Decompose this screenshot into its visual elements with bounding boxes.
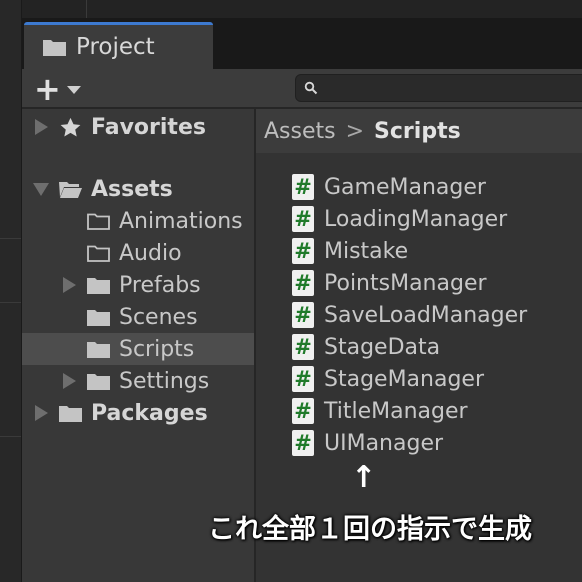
- chevron-right-icon: [62, 277, 76, 293]
- folder-icon: [43, 40, 66, 56]
- icon-wrap: [86, 371, 111, 391]
- breadcrumb: Assets > Scripts: [256, 109, 582, 153]
- expand-arrow[interactable]: [60, 373, 78, 389]
- search-input[interactable]: [295, 74, 582, 102]
- csharp-script-icon: #: [292, 206, 314, 232]
- script-file-name: SaveLoadManager: [324, 302, 528, 328]
- script-file-item[interactable]: # PointsManager: [292, 267, 487, 299]
- tree-item-label: Packages: [91, 400, 208, 426]
- tree-item-label: Scenes: [119, 304, 198, 330]
- strip-divider: [0, 436, 21, 437]
- tree-item-prefabs[interactable]: Prefabs: [22, 269, 254, 301]
- script-file-name: TitleManager: [324, 398, 468, 424]
- top-bar: [22, 0, 582, 18]
- script-file-item[interactable]: # SaveLoadManager: [292, 299, 527, 331]
- script-file-name: LoadingManager: [324, 206, 508, 232]
- folder-outline-icon: [87, 213, 110, 230]
- icon-wrap: [58, 117, 83, 137]
- folder-outline-icon: [87, 245, 110, 262]
- collapse-arrow[interactable]: [32, 182, 50, 196]
- script-file-name: GameManager: [324, 174, 486, 200]
- search-icon: [304, 81, 318, 95]
- tree-item-audio[interactable]: Audio: [22, 237, 254, 269]
- icon-wrap: [58, 179, 83, 199]
- tree-item-label: Favorites: [91, 114, 206, 140]
- icon-wrap: [58, 403, 83, 423]
- icon-wrap: [86, 339, 111, 359]
- asset-list: Assets > Scripts # GameManager # LoadingMan…: [208, 109, 582, 582]
- folder-icon: [87, 310, 110, 326]
- csharp-script-icon: #: [292, 174, 314, 200]
- csharp-script-icon: #: [292, 366, 314, 392]
- breadcrumb-separator: >: [345, 118, 365, 144]
- csharp-script-icon: #: [292, 430, 314, 456]
- script-file-item[interactable]: # LoadingManager: [292, 203, 507, 235]
- tab-label: Project: [76, 34, 155, 60]
- icon-wrap: [86, 275, 111, 295]
- strip-divider: [0, 238, 21, 239]
- csharp-script-icon: #: [292, 270, 314, 296]
- script-file-item[interactable]: # GameManager: [292, 171, 486, 203]
- adjacent-panel-strip: [0, 0, 22, 582]
- project-panel: Project + Favorites Assets Animations Audio…: [22, 18, 582, 582]
- tree-item-packages[interactable]: Packages: [22, 397, 254, 429]
- breadcrumb-root[interactable]: Assets: [264, 119, 336, 144]
- annotation-caption: これ全部１回の指示で生成: [208, 514, 532, 545]
- script-file-item[interactable]: # Mistake: [292, 235, 408, 267]
- script-file-item[interactable]: # StageManager: [292, 363, 484, 395]
- tree-item-label: Animations: [119, 208, 243, 234]
- script-file-name: StageManager: [324, 366, 485, 392]
- chevron-down-icon: [33, 182, 49, 196]
- icon-wrap: [86, 243, 111, 263]
- csharp-script-icon: #: [292, 398, 314, 424]
- script-file-item[interactable]: # TitleManager: [292, 395, 468, 427]
- folder-icon: [87, 374, 110, 390]
- expand-arrow[interactable]: [32, 119, 50, 135]
- breadcrumb-current: Scripts: [374, 118, 461, 144]
- tree-item-assets[interactable]: Assets: [22, 173, 254, 205]
- tree-item-label: Scripts: [119, 336, 195, 362]
- script-file-item[interactable]: # StageData: [292, 331, 440, 363]
- tree-item-label: Settings: [119, 368, 210, 394]
- icon-wrap: [86, 211, 111, 231]
- chevron-right-icon: [34, 119, 48, 135]
- icon-wrap: [86, 307, 111, 327]
- chevron-down-icon: [66, 86, 81, 94]
- tab-project[interactable]: Project: [24, 22, 213, 69]
- script-file-name: PointsManager: [324, 270, 487, 296]
- tree-item-settings[interactable]: Settings: [22, 365, 254, 397]
- tree-item-label: Audio: [119, 240, 182, 266]
- tree-item-scenes[interactable]: Scenes: [22, 301, 254, 333]
- expand-arrow[interactable]: [32, 405, 50, 421]
- tree-item-label: Prefabs: [119, 272, 201, 298]
- tree-item-scripts[interactable]: Scripts: [22, 333, 254, 365]
- tab-strip: Project: [22, 18, 582, 69]
- star-icon: [60, 117, 81, 137]
- annotation-arrow: ↑: [351, 460, 377, 495]
- folder-open-icon: [59, 182, 82, 198]
- chevron-right-icon: [62, 373, 76, 389]
- toolbar: +: [22, 69, 582, 109]
- tree-item-favorites[interactable]: Favorites: [22, 111, 254, 143]
- script-file-name: StageData: [324, 334, 441, 360]
- add-button[interactable]: +: [34, 70, 88, 108]
- top-bar-divider: [86, 0, 87, 18]
- tree-item-animations[interactable]: Animations: [22, 205, 254, 237]
- csharp-script-icon: #: [292, 334, 314, 360]
- script-file-name: Mistake: [324, 238, 409, 264]
- strip-divider: [0, 302, 21, 303]
- tree-item-label: Assets: [91, 176, 173, 202]
- script-file-item[interactable]: # UIManager: [292, 427, 443, 459]
- chevron-right-icon: [34, 405, 48, 421]
- folder-icon: [87, 342, 110, 358]
- plus-icon: +: [34, 70, 61, 108]
- csharp-script-icon: #: [292, 238, 314, 264]
- folder-icon: [87, 278, 110, 294]
- script-file-name: UIManager: [324, 430, 444, 456]
- folder-icon: [59, 406, 82, 422]
- expand-arrow[interactable]: [60, 277, 78, 293]
- csharp-script-icon: #: [292, 302, 314, 328]
